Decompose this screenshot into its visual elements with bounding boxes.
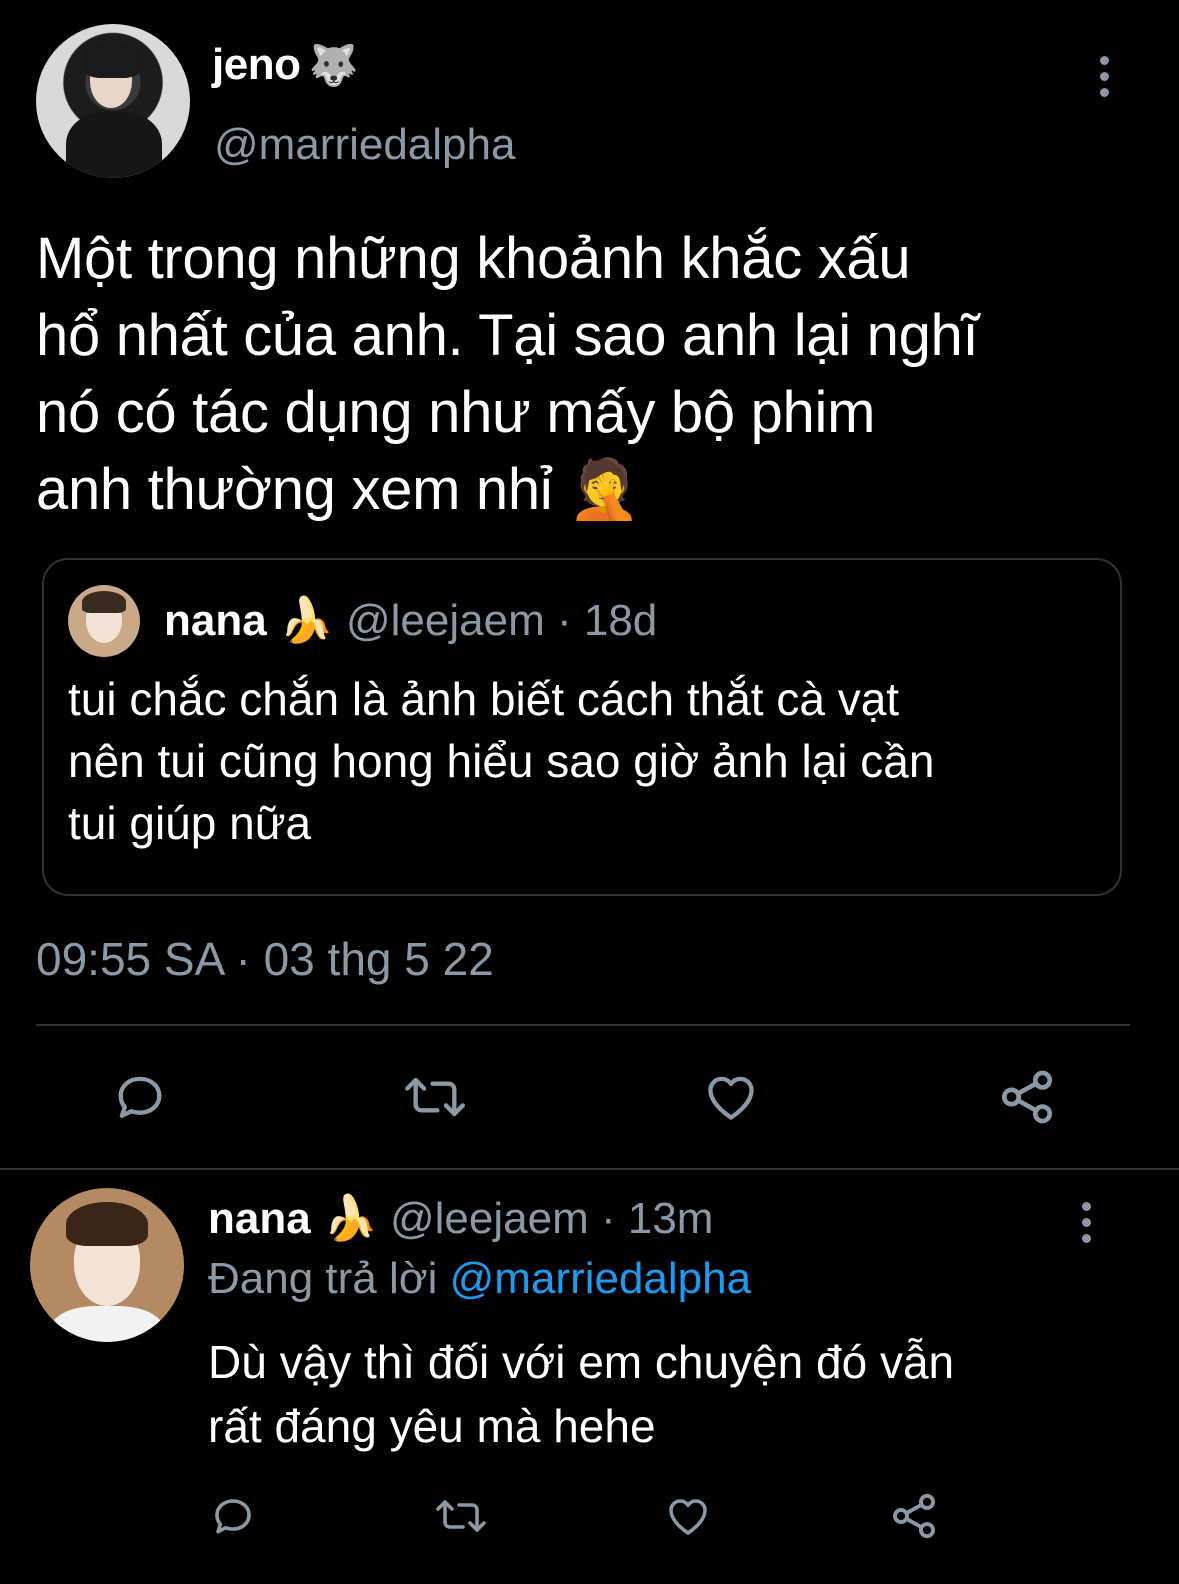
tweet-text: Một trong những khoảnh khắc xấu hổ nhất … bbox=[36, 226, 979, 522]
quoted-avatar bbox=[68, 585, 140, 657]
banana-emoji: 🍌 bbox=[278, 596, 334, 645]
author-display-name[interactable]: jeno 🐺 bbox=[212, 40, 358, 90]
retweet-icon[interactable] bbox=[432, 1492, 490, 1540]
avatar-nana[interactable] bbox=[30, 1188, 184, 1342]
tweet-timestamp: 09:55 SA · 03 thg 5 22 bbox=[36, 933, 494, 985]
author-name-text: jeno bbox=[212, 40, 301, 89]
more-vertical-icon[interactable] bbox=[1099, 56, 1109, 97]
replying-to-mention[interactable]: @marriedalpha bbox=[450, 1254, 751, 1303]
more-vertical-icon[interactable] bbox=[1081, 1202, 1091, 1243]
share-icon[interactable] bbox=[996, 1066, 1058, 1128]
avatar-jeno[interactable] bbox=[36, 24, 190, 178]
quoted-display-name: nana bbox=[164, 596, 267, 645]
like-icon[interactable] bbox=[700, 1068, 762, 1126]
replying-to-label: Đang trả lời bbox=[208, 1254, 438, 1303]
retweet-icon[interactable] bbox=[400, 1068, 470, 1126]
like-icon[interactable] bbox=[662, 1492, 714, 1540]
divider bbox=[0, 1168, 1179, 1170]
reply-text: Dù vậy thì đối với em chuyện đó vẫn rất … bbox=[208, 1336, 955, 1452]
replying-to: Đang trả lời @marriedalpha bbox=[208, 1254, 751, 1304]
reply-icon[interactable] bbox=[208, 1492, 258, 1540]
quoted-tweet-text: tui chắc chắn là ảnh biết cách thắt cà v… bbox=[68, 673, 935, 849]
reply-handle[interactable]: @leejaem bbox=[390, 1194, 589, 1243]
quoted-age: · 18d bbox=[556, 596, 658, 645]
divider bbox=[36, 1024, 1130, 1026]
banana-emoji: 🍌 bbox=[322, 1194, 378, 1243]
reply-header: nana 🍌 @leejaem · 13m bbox=[208, 1192, 713, 1244]
reply-age: · 13m bbox=[600, 1194, 714, 1243]
quoted-handle: @leejaem bbox=[345, 596, 545, 645]
wolf-emoji: 🐺 bbox=[308, 44, 358, 88]
share-icon[interactable] bbox=[888, 1490, 940, 1542]
reply-display-name[interactable]: nana bbox=[208, 1194, 311, 1243]
reply-icon[interactable] bbox=[110, 1068, 170, 1126]
quoted-tweet-header: nana 🍌 @leejaem · 18d bbox=[164, 594, 657, 646]
author-handle[interactable]: @marriedalpha bbox=[214, 120, 515, 170]
